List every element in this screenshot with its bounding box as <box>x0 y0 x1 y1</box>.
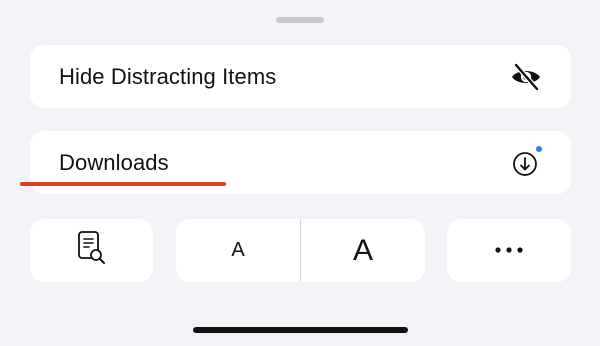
page-menu-sheet: Hide Distracting Items Downloads A A <box>0 0 600 346</box>
hide-distracting-items-button[interactable]: Hide Distracting Items <box>30 45 571 108</box>
increase-font-button[interactable]: A <box>301 219 425 282</box>
reader-search-button[interactable] <box>30 219 153 282</box>
downloads-highlight-underline <box>20 182 226 186</box>
eye-slash-icon <box>509 60 543 94</box>
downloads-badge-dot <box>536 145 542 152</box>
reader-search-icon <box>76 230 108 271</box>
sheet-grabber[interactable] <box>276 17 324 23</box>
font-size-control: A A <box>176 219 425 282</box>
more-options-button[interactable] <box>447 219 571 282</box>
downloads-label: Downloads <box>59 149 169 175</box>
home-indicator[interactable] <box>193 327 408 333</box>
download-circle-icon <box>509 145 543 180</box>
decrease-font-button[interactable]: A <box>176 219 300 282</box>
hide-distracting-items-label: Hide Distracting Items <box>59 63 277 89</box>
ellipsis-icon <box>492 242 526 260</box>
